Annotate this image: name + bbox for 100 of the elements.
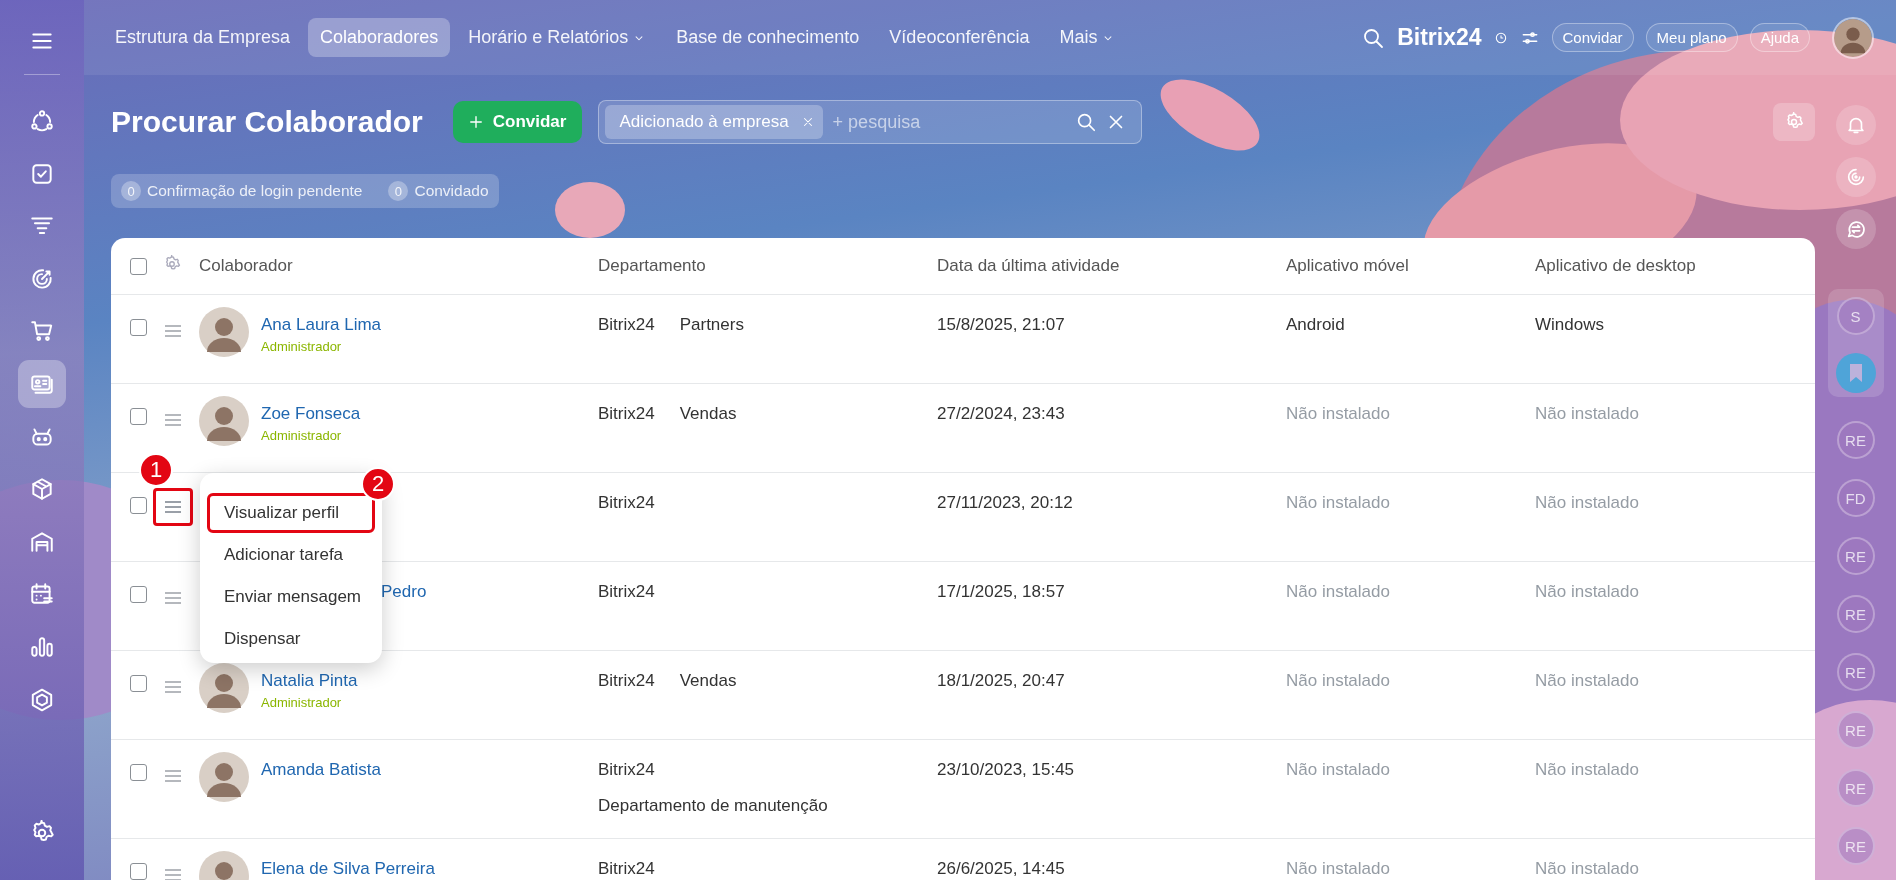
invite-button[interactable]: Convidar — [452, 101, 583, 143]
clock-icon — [1493, 30, 1508, 45]
table-cell: 18/1/2025, 20:47 — [937, 671, 1065, 690]
column-header[interactable]: Departamento — [598, 256, 706, 275]
drag-handle-icon[interactable] — [165, 325, 181, 337]
table-cell: Não instalado — [1535, 493, 1639, 512]
counter-count: 0 — [121, 181, 141, 201]
nav-tab[interactable]: Base de conhecimento — [664, 18, 872, 57]
column-header[interactable]: Aplicativo móvel — [1286, 256, 1409, 275]
user-avatar[interactable]: S — [1836, 297, 1875, 335]
employee-name-link[interactable]: Pedro — [381, 582, 427, 602]
nav-tab[interactable]: Vídeoconferência — [877, 18, 1042, 57]
drag-handle-icon[interactable] — [165, 681, 181, 693]
drag-handle-icon[interactable] — [165, 869, 181, 880]
nav-tab[interactable]: Horário e Relatórios — [456, 18, 659, 57]
department-label: Bitrix24 — [598, 315, 655, 335]
avatar-icon — [199, 663, 249, 713]
filter-tag[interactable]: Adicionado à empresa — [605, 105, 823, 139]
user-avatar[interactable]: RE — [1836, 827, 1875, 865]
table-cell: Não instalado — [1286, 859, 1390, 878]
department-label: Departamento de manutenção — [598, 796, 828, 816]
table-cell: Não instalado — [1286, 582, 1390, 601]
user-avatar[interactable]: RE — [1836, 711, 1875, 749]
chat-button[interactable] — [1835, 209, 1876, 249]
avatar-icon — [199, 752, 249, 802]
hexagon-icon — [29, 686, 55, 713]
table-cell: 23/10/2023, 15:45 — [937, 760, 1075, 779]
user-avatar[interactable]: RE — [1836, 769, 1875, 807]
drag-handle[interactable] — [153, 488, 193, 526]
settings-button[interactable] — [1773, 103, 1815, 141]
cube-icon — [29, 476, 55, 503]
table-cell: Não instalado — [1535, 671, 1639, 690]
menu-item[interactable]: Adicionar tarefa — [207, 535, 375, 575]
column-header[interactable]: Data da última atividade — [937, 256, 1120, 275]
drag-handle-icon[interactable] — [165, 592, 181, 604]
row-checkbox[interactable] — [130, 863, 147, 880]
table-cell: Não instalado — [1535, 582, 1639, 601]
row-checkbox[interactable] — [130, 675, 147, 692]
user-avatar[interactable]: RE — [1836, 595, 1875, 633]
step-badge: 2 — [361, 467, 395, 501]
user-avatar[interactable]: FD — [1836, 479, 1875, 517]
user-avatar[interactable]: RE — [1836, 537, 1875, 575]
department-label: Bitrix24 — [598, 582, 655, 602]
step-badge: 1 — [139, 453, 173, 487]
notifications-button[interactable] — [1835, 105, 1876, 145]
bookmark-icon — [1847, 363, 1864, 383]
menu-item[interactable]: Dispensar — [207, 619, 375, 659]
counter-label[interactable]: Convidado — [414, 182, 489, 200]
menu-item[interactable]: Visualizar perfil — [207, 493, 375, 533]
header-button[interactable]: Convidar — [1551, 23, 1634, 52]
table-cell: Não instalado — [1286, 493, 1390, 512]
user-avatar[interactable]: RE — [1836, 421, 1875, 459]
drag-handle-icon[interactable] — [165, 414, 181, 426]
logo: Bitrix24 — [1397, 24, 1482, 51]
column-header[interactable]: Colaborador — [199, 256, 293, 275]
user-avatar[interactable]: RE — [1836, 653, 1875, 691]
sidebar-item[interactable] — [18, 359, 66, 408]
employee-name-link[interactable]: Elena de Silva Perreira — [261, 859, 435, 879]
avatar-icon — [199, 307, 249, 357]
table-cell: Android — [1286, 315, 1345, 334]
row-checkbox[interactable] — [130, 764, 147, 781]
row-checkbox[interactable] — [130, 586, 147, 603]
department-label: Vendas — [679, 404, 737, 424]
copilot-button[interactable] — [1835, 157, 1876, 197]
table-cell: Não instalado — [1286, 404, 1390, 423]
header-button[interactable]: Ajuda — [1749, 23, 1810, 52]
employee-name-link[interactable]: Zoe Fonseca — [261, 404, 361, 424]
nav-tab[interactable]: Mais — [1047, 18, 1128, 57]
row-checkbox[interactable] — [130, 257, 147, 275]
department-label: Bitrix24 — [598, 671, 655, 691]
avatar-icon[interactable] — [1832, 16, 1874, 59]
table-cell: Não instalado — [1535, 760, 1639, 779]
table-cell: 26/6/2025, 14:45 — [937, 859, 1065, 878]
employee-name-link[interactable]: Amanda Batista — [261, 760, 381, 780]
table-cell: 17/1/2025, 18:57 — [937, 582, 1065, 601]
row-checkbox[interactable] — [130, 319, 147, 336]
nodes-icon — [29, 108, 55, 134]
role-label: Administrador — [261, 339, 343, 354]
department-label: Vendas — [679, 671, 737, 691]
column-header[interactable]: Aplicativo de desktop — [1535, 256, 1696, 275]
counter-label[interactable]: Confirmação de login pendente — [147, 182, 363, 200]
department-label: Bitrix24 — [598, 859, 655, 879]
department-label: Bitrix24 — [598, 760, 655, 780]
department-label: Partners — [679, 315, 744, 335]
table-cell: 27/2/2024, 23:43 — [937, 404, 1065, 423]
nav-tab[interactable]: Estrutura da Empresa — [103, 18, 303, 57]
row-checkbox[interactable] — [130, 497, 147, 514]
counter-count: 0 — [388, 181, 409, 201]
table-cell: Não instalado — [1535, 859, 1639, 878]
row-checkbox[interactable] — [130, 408, 147, 425]
employee-name-link[interactable]: Natalia Pinta — [261, 671, 358, 691]
search-icon — [1075, 111, 1098, 133]
drag-handle-icon[interactable] — [165, 501, 181, 513]
table-cell: 27/11/2023, 20:12 — [937, 493, 1073, 512]
search-field[interactable]: Adicionado à empresa + pesquisa — [598, 100, 1143, 144]
employee-name-link[interactable]: Ana Laura Lima — [261, 315, 382, 335]
menu-item[interactable]: Enviar mensagem — [207, 577, 375, 617]
drag-handle-icon[interactable] — [165, 770, 181, 782]
header-button[interactable]: Meu plano — [1645, 23, 1738, 52]
nav-tab[interactable]: Colaboradores — [308, 18, 451, 57]
